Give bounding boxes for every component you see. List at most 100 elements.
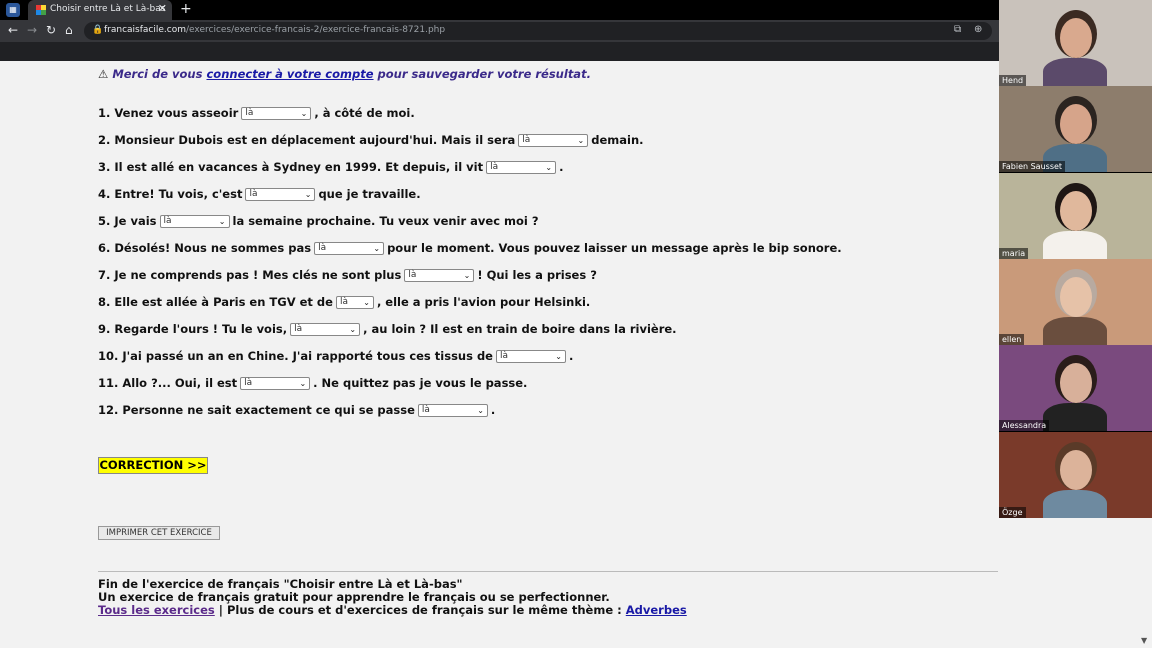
- question-text-after: , à côté de moi.: [314, 106, 415, 120]
- participant-name: maria: [999, 247, 1029, 259]
- answer-select-value: là: [339, 296, 348, 307]
- participant-video[interactable]: Hend: [999, 0, 1152, 86]
- question-text-before: 9. Regarde l'ours ! Tu le vois,: [98, 322, 288, 336]
- answer-select[interactable]: là ⌄: [290, 322, 361, 336]
- address-bar[interactable]: 🔒 francaisfacile.com/exercices/exercice-…: [84, 22, 992, 40]
- zoom-icon[interactable]: ⊕: [974, 24, 982, 35]
- answer-select[interactable]: là ⌄: [314, 241, 385, 255]
- participant-face: [1060, 449, 1092, 490]
- answer-select-value: là: [249, 188, 258, 199]
- page-content: ⚠ Merci de vous connecter à votre compte …: [0, 61, 999, 648]
- chevron-down-icon: ⌄: [299, 378, 307, 388]
- close-tab-icon[interactable]: ✕: [158, 2, 167, 15]
- question-4: 4. Entre! Tu vois, c'est là ⌄ que je travai…: [98, 187, 421, 201]
- answer-select[interactable]: là ⌄: [495, 349, 566, 363]
- participant-face: [1060, 190, 1092, 231]
- all-exercises-link[interactable]: Tous les exercices: [98, 603, 215, 617]
- question-text-after: . Ne quittez pas je vous le passe.: [313, 376, 528, 390]
- participant-body: [1043, 58, 1107, 86]
- answer-select-value: là: [490, 161, 499, 172]
- question-6: 6. Désolés! Nous ne sommes pas là ⌄ pour le…: [98, 241, 842, 255]
- participant-body: [1043, 316, 1107, 345]
- back-icon[interactable]: ←: [8, 23, 18, 37]
- participant-video[interactable]: ellen: [999, 258, 1152, 345]
- chevron-down-icon: ⌄: [545, 162, 553, 172]
- participant-video[interactable]: Fabien Sausset: [999, 86, 1152, 173]
- new-tab-icon[interactable]: +: [180, 1, 192, 17]
- answer-select-value: là: [421, 404, 430, 415]
- participant-body: [1043, 230, 1107, 259]
- question-text-after: , au loin ? Il est en train de boire dan…: [363, 322, 677, 336]
- participant-name: ellen: [999, 333, 1025, 345]
- url-text[interactable]: francaisfacile.com/exercices/exercice-fr…: [104, 25, 445, 35]
- question-8: 8. Elle est allée à Paris en TGV et de là…: [98, 295, 590, 309]
- question-7: 7. Je ne comprends pas ! Mes clés ne son…: [98, 268, 597, 282]
- divider: [98, 571, 998, 572]
- question-11: 11. Allo ?... Oui, il est là ⌄ . Ne quittez…: [98, 376, 527, 390]
- footer: Fin de l'exercice de français "Choisir e…: [98, 578, 687, 617]
- question-text-before: 8. Elle est allée à Paris en TGV et de: [98, 295, 333, 309]
- chevron-down-icon: ⌄: [577, 135, 585, 145]
- question-text-before: 6. Désolés! Nous ne sommes pas: [98, 241, 312, 255]
- participant-face: [1060, 276, 1092, 317]
- answer-select[interactable]: là ⌄: [245, 187, 316, 201]
- calendar-app-icon[interactable]: ▦: [6, 3, 20, 17]
- answer-select[interactable]: là ⌄: [486, 160, 557, 174]
- participant-video[interactable]: Alessandra: [999, 345, 1152, 432]
- active-tab[interactable]: Choisir entre Là et Là-bas ✕: [28, 0, 172, 20]
- question-text-before: 4. Entre! Tu vois, c'est: [98, 187, 243, 201]
- correction-button[interactable]: CORRECTION >>: [98, 457, 208, 474]
- chevron-down-icon: ⌄: [373, 243, 381, 253]
- answer-select[interactable]: là ⌄: [417, 403, 488, 417]
- question-text-before: 10. J'ai passé un an en Chine. J'ai rapp…: [98, 349, 493, 363]
- question-text-before: 7. Je ne comprends pas ! Mes clés ne son…: [98, 268, 402, 282]
- question-text-before: 3. Il est allé en vacances à Sydney en 1…: [98, 160, 484, 174]
- bookmarks-bar: [0, 42, 999, 61]
- question-1: 1. Venez vous asseoir là ⌄ , à côté de moi.: [98, 106, 415, 120]
- participant-name: Alessandra: [999, 420, 1050, 432]
- home-icon[interactable]: ⌂: [65, 23, 73, 37]
- participant-video[interactable]: maria: [999, 172, 1152, 259]
- question-9: 9. Regarde l'ours ! Tu le vois, là ⌄ , au l…: [98, 322, 677, 336]
- question-text-after: demain.: [591, 133, 644, 147]
- question-text-before: 12. Personne ne sait exactement ce qui s…: [98, 403, 415, 417]
- lock-icon[interactable]: 🔒: [92, 25, 103, 35]
- answer-select[interactable]: là ⌄: [159, 214, 230, 228]
- question-text-after: , elle a pris l'avion pour Helsinki.: [376, 295, 591, 309]
- answer-select[interactable]: là ⌄: [518, 133, 589, 147]
- reload-icon[interactable]: ↻: [46, 23, 56, 37]
- chevron-down-icon: ⌄: [349, 324, 357, 334]
- print-button[interactable]: IMPRIMER CET EXERCICE: [98, 526, 220, 540]
- chevron-down-icon: ⌄: [555, 351, 562, 361]
- answer-select-value: là: [499, 350, 508, 361]
- participant-face: [1060, 104, 1092, 145]
- scroll-down-icon[interactable]: ▼: [1141, 636, 1147, 645]
- question-text-after: que je travaille.: [318, 187, 421, 201]
- answer-select[interactable]: là ⌄: [404, 268, 475, 282]
- answer-select[interactable]: là ⌄: [240, 376, 311, 390]
- forward-icon[interactable]: →: [27, 23, 37, 37]
- question-text-before: 11. Allo ?... Oui, il est: [98, 376, 238, 390]
- question-text-after: .: [568, 349, 574, 363]
- answer-select[interactable]: là ⌄: [335, 295, 374, 309]
- question-text-after: .: [559, 160, 564, 174]
- login-link[interactable]: connecter à votre compte: [206, 67, 373, 81]
- question-text-before: 1. Venez vous asseoir: [98, 106, 239, 120]
- participant-video[interactable]: Özge: [999, 431, 1152, 518]
- participant-face: [1060, 18, 1092, 58]
- chevron-down-icon: ⌄: [304, 189, 312, 199]
- login-notice: ⚠ Merci de vous connecter à votre compte …: [98, 67, 591, 81]
- question-text-after: .: [490, 403, 496, 417]
- empty-area: [999, 518, 1152, 648]
- answer-select[interactable]: là ⌄: [241, 106, 312, 120]
- theme-adverbes-link[interactable]: Adverbes: [626, 603, 687, 617]
- browser-toolbar: ← → ↻ ⌂ 🔒 francaisfacile.com/exercices/e…: [0, 20, 999, 42]
- participant-name: Hend: [999, 75, 1027, 86]
- question-text-after: la semaine prochaine. Tu veux venir avec…: [232, 214, 539, 228]
- answer-select-value: là: [245, 107, 254, 118]
- chevron-down-icon: ⌄: [218, 216, 226, 226]
- answer-select-value: là: [408, 269, 417, 280]
- answer-select-value: là: [163, 215, 172, 226]
- translate-icon[interactable]: ⧉: [954, 24, 961, 35]
- question-12: 12. Personne ne sait exactement ce qui s…: [98, 403, 495, 417]
